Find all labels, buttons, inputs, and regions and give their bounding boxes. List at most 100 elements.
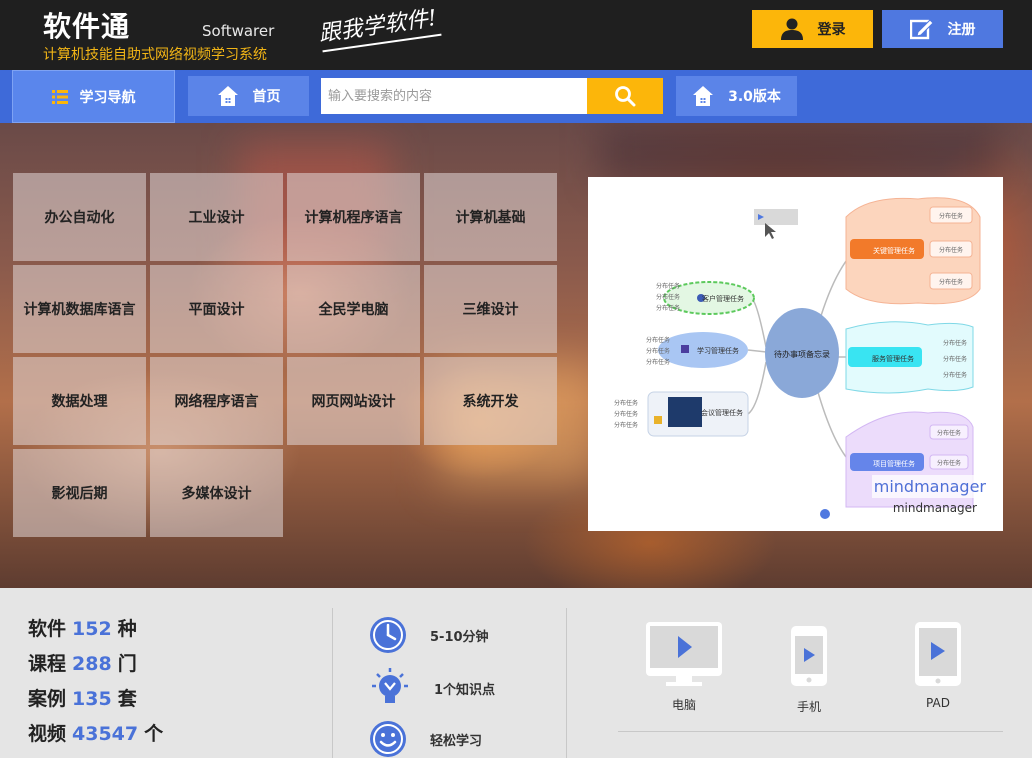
category-tile[interactable]: 工业设计: [150, 173, 283, 261]
category-tile[interactable]: 全民学电脑: [287, 265, 420, 353]
login-button[interactable]: 登录: [752, 10, 873, 48]
divider: [566, 608, 567, 758]
svg-text:分布任务: 分布任务: [614, 410, 638, 418]
register-button[interactable]: 注册: [882, 10, 1003, 48]
stat-unit: 个: [144, 723, 164, 745]
site-slogan: 跟我学软件!: [317, 5, 439, 48]
svg-text:分布任务: 分布任务: [656, 293, 680, 301]
category-tile[interactable]: 办公自动化: [13, 173, 146, 261]
svg-text:分布任务: 分布任务: [937, 429, 961, 437]
svg-text:分布任务: 分布任务: [614, 399, 638, 407]
svg-text:分布任务: 分布任务: [939, 246, 963, 254]
svg-text:分布任务: 分布任务: [646, 347, 670, 355]
category-tile[interactable]: 网页网站设计: [287, 357, 420, 445]
svg-text:分布任务: 分布任务: [614, 421, 638, 429]
feature-duration: 5-10分钟: [368, 615, 489, 655]
category-tile[interactable]: 影视后期: [13, 449, 146, 537]
login-label: 登录: [817, 22, 846, 38]
register-label: 注册: [947, 22, 976, 38]
feature-knowledge-point: 1个知识点: [368, 666, 495, 710]
phone-icon: [791, 626, 827, 686]
category-tile[interactable]: 系统开发: [424, 357, 557, 445]
banner-slideshow[interactable]: 待办事项备忘录 客户管理任务 学习管理任务 会议管理任务 分布任务 分布任务 分…: [588, 177, 1003, 531]
learning-guide-label: 学习导航: [79, 89, 136, 106]
device-phone[interactable]: 手机: [789, 624, 829, 715]
stat-label: 视频: [28, 723, 67, 745]
search-input[interactable]: [321, 78, 587, 114]
search-button[interactable]: [587, 78, 663, 114]
search-icon: [615, 86, 636, 107]
category-tile[interactable]: 数据处理: [13, 357, 146, 445]
home-icon: [217, 86, 238, 106]
svg-text:学习管理任务: 学习管理任务: [697, 346, 739, 355]
list-icon: [51, 89, 68, 104]
svg-text:分布任务: 分布任务: [943, 339, 967, 347]
stat-value: 135: [72, 688, 112, 710]
category-tile[interactable]: 平面设计: [150, 265, 283, 353]
slide-indicator-dot[interactable]: [820, 509, 830, 519]
feature-label: 1个知识点: [434, 682, 496, 698]
category-tile[interactable]: 网络程序语言: [150, 357, 283, 445]
site-tagline: 计算机技能自助式网络视频学习系统: [43, 47, 267, 63]
site-header: 软件通 Softwarer 计算机技能自助式网络视频学习系统 跟我学软件! 登录…: [0, 0, 1032, 70]
edit-icon: [909, 19, 934, 40]
svg-text:待办事项备忘录: 待办事项备忘录: [774, 349, 830, 359]
home-button[interactable]: 首页: [188, 76, 309, 116]
learning-guide-button[interactable]: 学习导航: [12, 70, 175, 123]
svg-text:分布任务: 分布任务: [937, 459, 961, 467]
divider: [332, 608, 333, 758]
svg-text:分布任务: 分布任务: [939, 212, 963, 220]
site-logo[interactable]: 软件通: [43, 5, 130, 45]
main-nav: 学习导航 首页 3.0版本: [0, 70, 1032, 123]
stat-label: 案例: [28, 688, 67, 710]
svg-text:分布任务: 分布任务: [939, 278, 963, 286]
device-label: PAD: [926, 696, 950, 710]
svg-text:服务管理任务: 服务管理任务: [872, 354, 914, 363]
feature-label: 轻松学习: [430, 733, 483, 749]
feature-label: 5-10分钟: [430, 629, 489, 645]
svg-text:分布任务: 分布任务: [943, 355, 967, 363]
lightbulb-icon: [372, 668, 408, 703]
category-grid: 办公自动化 工业设计 计算机程序语言 计算机基础 计算机数据库语言 平面设计 全…: [13, 173, 557, 537]
category-tile[interactable]: 多媒体设计: [150, 449, 283, 537]
site-logo-english: Softwarer: [202, 22, 275, 40]
stat-cases: 案例 135 套: [28, 684, 137, 711]
feature-easy-learning: 轻松学习: [368, 719, 482, 758]
device-label: 手机: [796, 700, 821, 714]
stat-value: 152: [72, 618, 112, 640]
device-pad[interactable]: PAD: [913, 620, 963, 710]
tablet-icon: [915, 622, 961, 686]
divider: [618, 731, 1003, 732]
stats-section: 软件 152 种 课程 288 门 案例 135 套 视频 43547 个 5-10分钟 1个知…: [0, 588, 1032, 758]
svg-text:分布任务: 分布任务: [646, 336, 670, 344]
stat-software: 软件 152 种: [28, 614, 137, 641]
monitor-icon: [646, 622, 722, 686]
hero-section: 办公自动化 工业设计 计算机程序语言 计算机基础 计算机数据库语言 平面设计 全…: [0, 123, 1032, 588]
category-tile[interactable]: 三维设计: [424, 265, 557, 353]
stat-videos: 视频 43547 个: [28, 719, 163, 746]
category-tile[interactable]: 计算机基础: [424, 173, 557, 261]
home-icon: [693, 86, 714, 106]
banner-subcaption: mindmanager: [892, 501, 977, 515]
version-label: 3.0版本: [728, 89, 781, 105]
user-icon: [780, 18, 803, 40]
device-computer[interactable]: 电脑: [644, 620, 724, 713]
stat-value: 288: [72, 653, 112, 675]
stat-label: 软件: [28, 618, 67, 640]
stat-label: 课程: [28, 653, 67, 675]
category-tile[interactable]: 计算机数据库语言: [13, 265, 146, 353]
category-tile[interactable]: 计算机程序语言: [287, 173, 420, 261]
svg-text:客户管理任务: 客户管理任务: [702, 294, 744, 303]
svg-text:会议管理任务: 会议管理任务: [701, 408, 743, 417]
stat-unit: 套: [117, 688, 137, 710]
stat-courses: 课程 288 门: [28, 649, 137, 676]
stat-unit: 门: [117, 653, 137, 675]
svg-text:分布任务: 分布任务: [646, 358, 670, 366]
svg-text:项目管理任务: 项目管理任务: [873, 459, 915, 468]
svg-text:分布任务: 分布任务: [656, 304, 680, 312]
smiley-icon: [370, 721, 406, 757]
stat-unit: 种: [117, 618, 137, 640]
clock-icon: [370, 617, 406, 653]
version-button[interactable]: 3.0版本: [676, 76, 797, 116]
svg-text:分布任务: 分布任务: [943, 371, 967, 379]
